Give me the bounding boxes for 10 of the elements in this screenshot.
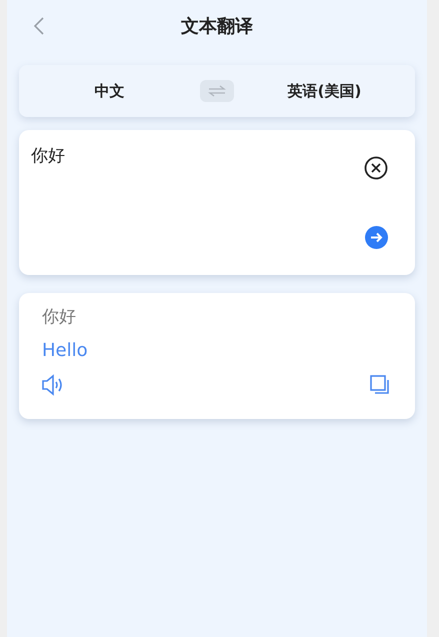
translation-text: Hello — [42, 338, 88, 362]
swap-button[interactable] — [200, 80, 234, 102]
target-language[interactable]: 英语(美国) — [234, 80, 415, 102]
source-text: 你好 — [42, 306, 76, 329]
translate-button[interactable] — [364, 226, 388, 249]
swap-icon — [207, 85, 227, 97]
copy-icon[interactable] — [370, 374, 390, 394]
source-language[interactable]: 中文 — [19, 80, 200, 102]
clear-button[interactable] — [364, 156, 388, 180]
page-title: 文本翻译 — [181, 14, 253, 38]
